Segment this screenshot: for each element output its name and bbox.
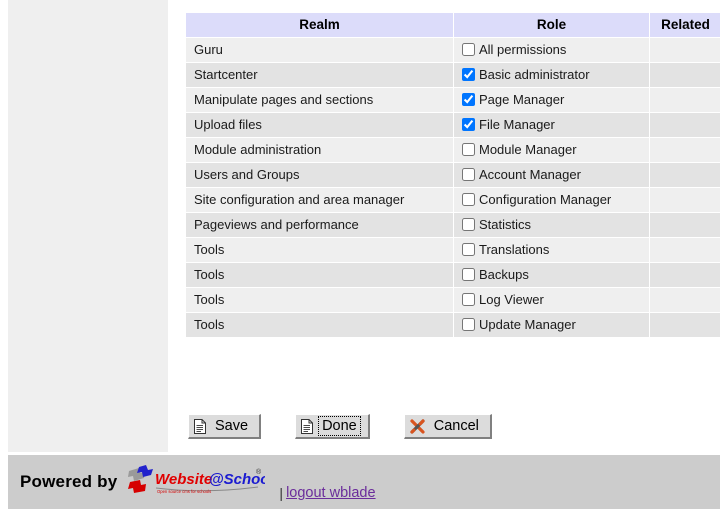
role-cell: Backups [454,263,649,287]
role-cell: Basic administrator [454,63,649,87]
related-cell [650,288,720,312]
table-row: Pageviews and performance Statistics [186,213,720,237]
related-cell [650,238,720,262]
save-button[interactable]: Save [188,414,262,439]
role-label: Configuration Manager [479,192,612,207]
role-cell: Log Viewer [454,288,649,312]
related-cell [650,138,720,162]
realm-cell: Pageviews and performance [186,213,453,237]
role-cell: Page Manager [454,88,649,112]
table-row: Startcenter Basic administrator [186,63,720,87]
permissions-table-body: Guru All permissions Startcenter Basic admi… [186,38,720,337]
role-label: Log Viewer [479,292,544,307]
powered-by-label: Powered by [20,472,118,491]
realm-cell: Startcenter [186,63,453,87]
role-cell: Update Manager [454,313,649,337]
role-checkbox[interactable] [462,68,475,81]
button-label: Save [215,418,249,434]
realm-cell: Manipulate pages and sections [186,88,453,112]
column-header-realm: Realm [186,13,453,37]
table-row: Tools Update Manager [186,313,720,337]
role-label: Statistics [479,217,532,232]
role-cell: Configuration Manager [454,188,649,212]
role-cell: Translations [454,238,649,262]
left-sidebar-panel [8,0,168,452]
button-label: Cancel [433,418,479,434]
role-label: Page Manager [479,92,565,107]
realm-cell: Module administration [186,138,453,162]
role-checkbox[interactable] [462,118,475,131]
cancel-button[interactable]: Cancel [403,414,492,439]
role-cell: All permissions [454,38,649,62]
role-checkbox[interactable] [462,93,475,106]
footer-separator: | [279,485,284,501]
related-cell [650,113,720,137]
role-label: Basic administrator [479,67,590,82]
related-cell [650,213,720,237]
role-cell: Account Manager [454,163,649,187]
role-checkbox[interactable] [462,268,475,281]
role-cell: Statistics [454,213,649,237]
related-cell [650,88,720,112]
role-label: Update Manager [479,317,576,332]
related-cell [650,163,720,187]
realm-cell: Tools [186,288,453,312]
related-cell [650,188,720,212]
role-label: Translations [479,242,550,257]
permissions-table: Realm Role Related Guru All permissions St… [185,12,720,338]
related-cell [650,263,720,287]
form-button-bar: Save Done Cancel [188,414,492,439]
main-content: Realm Role Related Guru All permissions St… [185,12,720,338]
realm-cell: Site configuration and area manager [186,188,453,212]
role-checkbox[interactable] [462,168,475,181]
role-label: All permissions [479,42,567,57]
realm-cell: Tools [186,263,453,287]
role-cell: File Manager [454,113,649,137]
document-icon [301,418,314,434]
role-cell: Module Manager [454,138,649,162]
button-label: Done [318,416,361,436]
role-label: File Manager [479,117,555,132]
role-label: Account Manager [479,167,581,182]
table-row: Site configuration and area manager Confi… [186,188,720,212]
svg-text:Website: Website [155,471,212,488]
done-button[interactable]: Done [295,414,370,439]
page-footer: Powered by Website @School ® Open source… [8,455,720,509]
role-label: Module Manager [479,142,577,157]
table-row: Upload files File Manager [186,113,720,137]
role-checkbox[interactable] [462,43,475,56]
table-row: Tools Translations [186,238,720,262]
role-checkbox[interactable] [462,293,475,306]
table-header-row: Realm Role Related [186,13,720,37]
related-cell [650,63,720,87]
table-row: Module administration Module Manager [186,138,720,162]
table-row: Guru All permissions [186,38,720,62]
role-label: Backups [479,267,529,282]
svg-text:®: ® [256,468,262,476]
role-checkbox[interactable] [462,218,475,231]
realm-cell: Guru [186,38,453,62]
realm-cell: Upload files [186,113,453,137]
logout-link[interactable]: logout wblade [286,485,376,501]
table-row: Tools Log Viewer [186,288,720,312]
related-cell [650,313,720,337]
svg-text:Open source cms for schools: Open source cms for schools [157,489,211,494]
realm-cell: Tools [186,238,453,262]
realm-cell: Users and Groups [186,163,453,187]
role-checkbox[interactable] [462,143,475,156]
related-cell [650,38,720,62]
table-row: Users and Groups Account Manager [186,163,720,187]
column-header-role: Role [454,13,649,37]
realm-cell: Tools [186,313,453,337]
column-header-related: Related [650,13,720,37]
table-row: Tools Backups [186,263,720,287]
table-row: Manipulate pages and sections Page Manage… [186,88,720,112]
website-at-school-logo: Website @School ® Open source cms for sc… [128,465,265,494]
role-checkbox[interactable] [462,318,475,331]
role-checkbox[interactable] [462,243,475,256]
cancel-x-icon [410,418,425,434]
document-icon [194,418,206,434]
role-checkbox[interactable] [462,193,475,206]
